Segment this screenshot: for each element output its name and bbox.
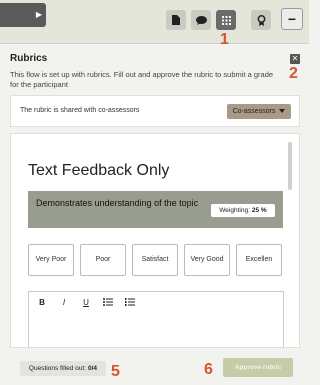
top-toolbar: ▶ − <box>0 0 309 44</box>
coassessors-dropdown[interactable]: Co-assessors <box>227 104 291 119</box>
level-option[interactable]: Poor <box>80 244 126 276</box>
level-option[interactable]: Very Poor <box>28 244 74 276</box>
scrollbar[interactable] <box>288 142 292 190</box>
italic-button[interactable]: I <box>59 298 69 307</box>
weighting-badge: Weighting: 25 % <box>211 204 275 217</box>
comment-icon <box>195 15 207 25</box>
callout-1: 1 <box>220 31 229 48</box>
weighting-label: Weighting: <box>219 207 250 214</box>
caret-down-icon <box>279 108 286 115</box>
questions-filled-badge: Questions filled out: 0/4 <box>20 361 106 376</box>
badge-icon <box>257 14 266 26</box>
rubric-footer: Questions filled out: 0/4 Approve rubric <box>10 357 300 379</box>
criterion-header: Demonstrates understanding of the topic … <box>28 191 283 228</box>
rubrics-description: This flow is set up with rubrics. Fill o… <box>10 70 274 89</box>
comment-button[interactable] <box>191 10 211 30</box>
questions-value: 0/4 <box>88 365 98 372</box>
numbered-list-icon[interactable] <box>125 298 135 306</box>
coassessors-label: The rubric is shared with co-assessors <box>20 107 140 114</box>
questions-label: Questions filled out: <box>28 365 87 372</box>
editor-toolbar: B I U <box>29 292 283 312</box>
badge-button[interactable] <box>251 10 271 30</box>
callout-2: 2 <box>289 65 298 82</box>
document-icon <box>172 15 180 25</box>
weighting-value: 25 % <box>251 207 267 214</box>
rubric-button[interactable] <box>216 10 236 30</box>
bold-button[interactable]: B <box>37 298 47 307</box>
bullet-list-icon[interactable] <box>103 298 113 306</box>
level-option[interactable]: Satisfact <box>132 244 178 276</box>
document-button[interactable] <box>166 10 186 30</box>
collapse-tab[interactable]: ▶ <box>0 3 46 27</box>
rubrics-title: Rubrics <box>10 53 48 64</box>
feedback-editor[interactable]: B I U <box>28 291 284 347</box>
close-button[interactable]: ✕ <box>290 54 300 64</box>
caret-right-icon: ▶ <box>35 10 42 19</box>
approve-rubric-button[interactable]: Approve rubric <box>223 358 293 377</box>
coassessors-button-label: Co-assessors <box>232 108 276 115</box>
rubric-title: Text Feedback Only <box>28 162 170 179</box>
coassessors-panel: The rubric is shared with co-assessors C… <box>10 95 300 127</box>
rubric-card: Text Feedback Only Demonstrates understa… <box>10 133 300 348</box>
minus-icon: − <box>287 11 297 27</box>
level-option[interactable]: Very Good <box>184 244 230 276</box>
criterion-title: Demonstrates understanding of the topic <box>36 198 199 208</box>
underline-button[interactable]: U <box>81 298 91 307</box>
close-icon: ✕ <box>291 54 299 63</box>
rubric-grid-icon <box>221 15 231 25</box>
minimize-button[interactable]: − <box>281 8 303 30</box>
level-option[interactable]: Excellen <box>236 244 282 276</box>
level-options: Very Poor Poor Satisfact Very Good Excel… <box>28 244 284 276</box>
